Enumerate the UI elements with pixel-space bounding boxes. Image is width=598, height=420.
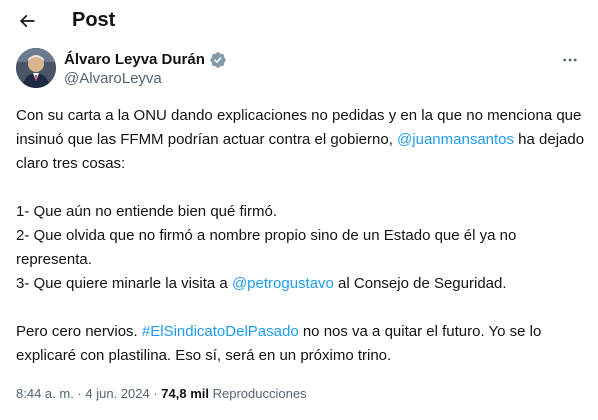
name-row: Álvaro Leyva Durán: [64, 51, 227, 69]
views-label: Reproducciones: [212, 386, 307, 401]
avatar[interactable]: [16, 48, 56, 88]
post-header: Post: [0, 0, 598, 42]
hashtag-link[interactable]: #ElSindicatoDelPasado: [142, 323, 299, 340]
tweet-list-item-3: 3- Que quiere minarle la visita a @petro…: [16, 272, 586, 296]
tweet-text: Con su carta a la ONU dando explicacione…: [16, 104, 586, 368]
tweet-time[interactable]: 8:44 a. m.: [16, 386, 74, 401]
tweet-meta: 8:44 a. m. · 4 jun. 2024 · 74,8 mil Repr…: [16, 386, 307, 402]
author-block: Álvaro Leyva Durán @AlvaroLeyva: [16, 48, 582, 92]
meta-separator: ·: [149, 386, 162, 401]
more-horizontal-icon: [563, 58, 577, 62]
arrow-left-icon: [19, 14, 35, 28]
tweet-text-segment: 3- Que quiere minarle la visita a: [16, 275, 232, 292]
views-count: 74,8 mil: [161, 386, 209, 401]
author-handle[interactable]: @AlvaroLeyva: [64, 70, 162, 88]
author-name[interactable]: Álvaro Leyva Durán: [64, 51, 205, 69]
tweet-list-item-1: 1- Que aún no entiende bien qué firmó.: [16, 203, 278, 220]
tweet-text-segment: al Consejo de Seguridad.: [333, 275, 507, 292]
back-button[interactable]: [12, 6, 42, 36]
avatar-image: [16, 48, 56, 88]
tweet-list-item-2: 2- Que olvida que no firmó a nombre prop…: [16, 227, 517, 268]
page-title: Post: [72, 9, 116, 31]
tweet-text-segment: Pero cero nervios.: [16, 323, 142, 340]
tweet-date[interactable]: 4 jun. 2024: [85, 386, 149, 401]
tweet-paragraph-3: Pero cero nervios. #ElSindicatoDelPasado…: [16, 320, 586, 368]
tweet-paragraph-1: Con su carta a la ONU dando explicacione…: [16, 104, 586, 176]
verified-badge-icon: [209, 51, 227, 69]
more-options-button[interactable]: [558, 48, 582, 72]
mention-link[interactable]: @petrogustavo: [232, 275, 334, 292]
meta-separator: ·: [73, 386, 86, 401]
mention-link[interactable]: @juanmansantos: [397, 131, 514, 148]
